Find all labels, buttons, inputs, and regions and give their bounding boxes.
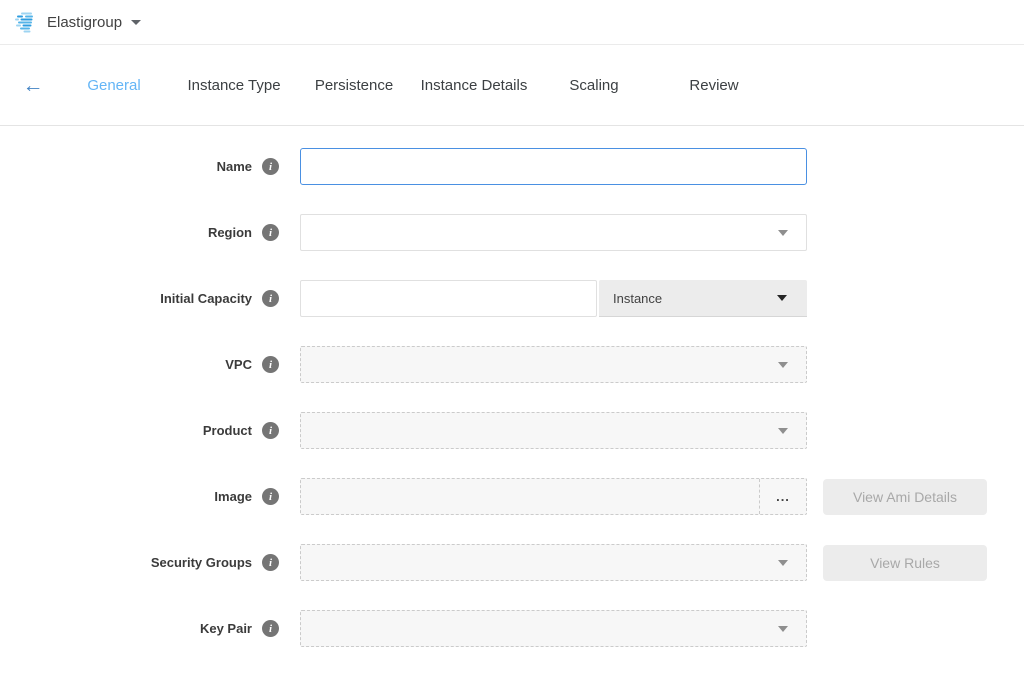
info-icon[interactable]: i: [262, 290, 279, 307]
vpc-select: [300, 346, 807, 383]
image-label: Image: [214, 489, 252, 504]
tab-instance-details[interactable]: Instance Details: [414, 77, 534, 94]
label-cell: Product i: [0, 422, 300, 439]
security-groups-select: [300, 544, 807, 581]
info-icon[interactable]: i: [262, 488, 279, 505]
form-row-image: Image i ... View Ami Details: [0, 478, 1024, 515]
tab-scaling[interactable]: Scaling: [534, 77, 654, 94]
security-groups-control: [300, 544, 807, 581]
wizard-tab-bar: ← General Instance Type Persistence Inst…: [0, 45, 1024, 126]
elastigroup-logo-icon: [14, 10, 38, 34]
browse-ellipsis-button: ...: [759, 479, 806, 514]
info-icon[interactable]: i: [262, 158, 279, 175]
chevron-down-icon: [778, 362, 788, 368]
info-icon[interactable]: i: [262, 554, 279, 571]
chevron-down-icon: [777, 295, 787, 301]
chevron-down-icon: [778, 428, 788, 434]
view-rules-button: View Rules: [823, 545, 987, 581]
name-control: [300, 148, 807, 185]
wizard-tabs: General Instance Type Persistence Instan…: [54, 77, 774, 94]
form-row-product: Product i: [0, 412, 1024, 449]
chevron-down-icon: [131, 20, 141, 25]
label-cell: Name i: [0, 158, 300, 175]
info-icon[interactable]: i: [262, 224, 279, 241]
view-ami-details-button: View Ami Details: [823, 479, 987, 515]
name-label: Name: [217, 159, 252, 174]
key-pair-select: [300, 610, 807, 647]
form-row-key-pair: Key Pair i: [0, 610, 1024, 647]
vpc-label: VPC: [225, 357, 252, 372]
capacity-unit-select[interactable]: Instance: [599, 280, 807, 317]
product-control: [300, 412, 807, 449]
tab-persistence[interactable]: Persistence: [294, 77, 414, 94]
tab-review[interactable]: Review: [654, 77, 774, 94]
security-groups-label: Security Groups: [151, 555, 252, 570]
info-icon[interactable]: i: [262, 422, 279, 439]
form-row-name: Name i: [0, 148, 1024, 185]
initial-capacity-control: Instance: [300, 280, 807, 317]
label-cell: Region i: [0, 224, 300, 241]
capacity-unit-value: Instance: [613, 291, 662, 306]
form-row-security-groups: Security Groups i View Rules: [0, 544, 1024, 581]
region-select[interactable]: [300, 214, 807, 251]
label-cell: Initial Capacity i: [0, 290, 300, 307]
key-pair-control: [300, 610, 807, 647]
label-cell: VPC i: [0, 356, 300, 373]
tab-general[interactable]: General: [54, 77, 174, 94]
region-label: Region: [208, 225, 252, 240]
product-label: Product: [203, 423, 252, 438]
elastigroup-product-menu[interactable]: Elastigroup: [14, 10, 141, 34]
region-control: [300, 214, 807, 251]
chevron-down-icon: [778, 230, 788, 236]
initial-capacity-label: Initial Capacity: [160, 291, 252, 306]
label-cell: Security Groups i: [0, 554, 300, 571]
label-cell: Key Pair i: [0, 620, 300, 637]
form-row-vpc: VPC i: [0, 346, 1024, 383]
general-settings-form: Name i Region i Initial Capacity i Insta…: [0, 126, 1024, 647]
vpc-control: [300, 346, 807, 383]
name-input[interactable]: [300, 148, 807, 185]
image-input: ...: [300, 478, 807, 515]
image-control: ...: [300, 478, 807, 515]
key-pair-label: Key Pair: [200, 621, 252, 636]
info-icon[interactable]: i: [262, 356, 279, 373]
label-cell: Image i: [0, 488, 300, 505]
app-title: Elastigroup: [47, 14, 122, 31]
form-row-initial-capacity: Initial Capacity i Instance: [0, 280, 1024, 317]
form-row-region: Region i: [0, 214, 1024, 251]
product-select: [300, 412, 807, 449]
back-arrow-icon[interactable]: ←: [20, 75, 46, 96]
chevron-down-icon: [778, 626, 788, 632]
initial-capacity-input[interactable]: [300, 280, 597, 317]
top-bar: Elastigroup: [0, 0, 1024, 45]
info-icon[interactable]: i: [262, 620, 279, 637]
tab-instance-type[interactable]: Instance Type: [174, 77, 294, 94]
chevron-down-icon: [778, 560, 788, 566]
